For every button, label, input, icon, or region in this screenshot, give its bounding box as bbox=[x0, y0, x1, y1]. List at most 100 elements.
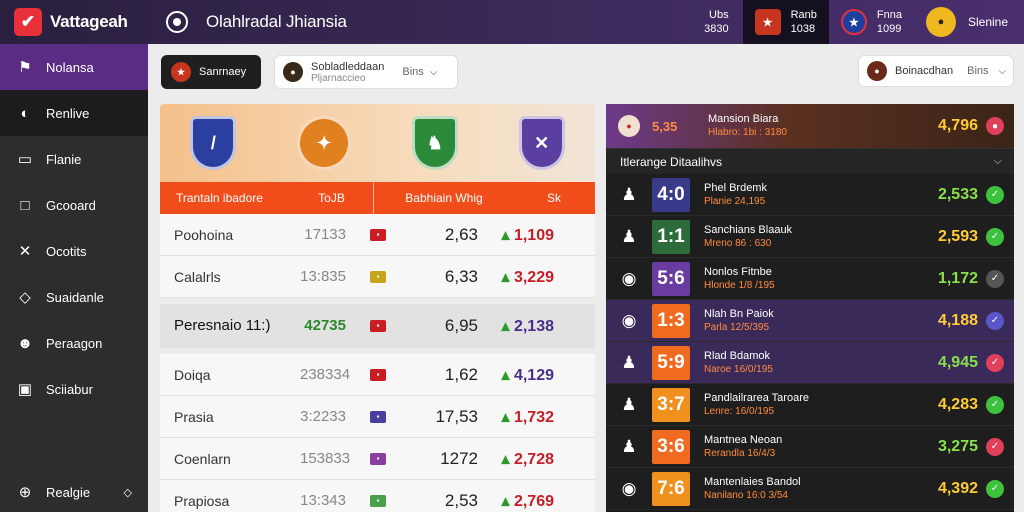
sidebar-item-6[interactable]: ☻ Peraagon bbox=[0, 320, 148, 366]
ball-icon: ◐ bbox=[20, 104, 30, 122]
status-dot-icon[interactable]: ✓ bbox=[986, 227, 1004, 246]
status-dot-icon[interactable]: ✓ bbox=[986, 479, 1004, 498]
target-icon[interactable] bbox=[166, 11, 188, 33]
row-change-value: 3,229 bbox=[513, 268, 554, 286]
table-body: Poohoina 17133 ▪ 2,63 ▴ 1,109 Calalrls 13:835 ▪… bbox=[160, 214, 595, 512]
table-row[interactable]: Calalrls 13:835 ▪ 6,33 ▴ 3,229 bbox=[160, 256, 595, 298]
team-crest-icon: ● bbox=[618, 115, 640, 137]
shield-icon: ◇ bbox=[19, 289, 31, 306]
match-row[interactable]: ◉ 7:6 Mantenlaies Bandol Nanilano 16:0 3/54… bbox=[606, 468, 1014, 510]
brand-logo[interactable]: ✔ Vattageah bbox=[0, 8, 150, 36]
row-odd[interactable]: 1272 bbox=[386, 449, 478, 469]
row-value: 17133 bbox=[304, 226, 346, 243]
match-value: 1099 bbox=[876, 23, 902, 35]
sidebar-item-1[interactable]: ◐ Renlive bbox=[0, 90, 148, 136]
match-title: Sanchians Blaauk bbox=[704, 223, 793, 236]
match-odd: 4,283 bbox=[937, 395, 978, 413]
status-dot-icon[interactable]: ● bbox=[986, 117, 1004, 135]
right-select-value: Bins bbox=[967, 65, 989, 77]
table-row[interactable]: Poohoina 17133 ▪ 2,63 ▴ 1,109 bbox=[160, 214, 595, 256]
player-icon: ♟ bbox=[621, 226, 637, 246]
match-title: Mantenlaies Bandol bbox=[704, 475, 801, 488]
sidebar-item-label: Ocotits bbox=[46, 243, 87, 259]
match-odd: 4,392 bbox=[937, 479, 978, 497]
match-odd: 2,593 bbox=[937, 227, 978, 245]
match-row[interactable]: ♟ 3:7 Pandlailrarea Taroare Lenre: 16/0/195… bbox=[606, 384, 1014, 426]
top-match[interactable]: ★ Fnna 1099 bbox=[829, 0, 914, 44]
ball-icon: ◉ bbox=[621, 310, 637, 330]
team-shield-icon[interactable]: ♞ bbox=[411, 116, 458, 170]
row-odd[interactable]: 2,63 bbox=[386, 225, 478, 245]
sidebar-item-7[interactable]: ▣ Sciiabur bbox=[0, 366, 148, 412]
row-odd[interactable]: 6,33 bbox=[386, 267, 478, 287]
section-header[interactable]: Itlerange Ditaalihvs ⌵ bbox=[606, 148, 1014, 174]
row-change-value: 4,129 bbox=[513, 366, 554, 384]
row-name: Coenlarn bbox=[174, 450, 231, 467]
section-title: Itlerange Ditaalihvs bbox=[620, 154, 723, 169]
team-shield-icon[interactable]: / bbox=[190, 116, 237, 170]
sidebar-item-3[interactable]: □ Gcooard bbox=[0, 182, 148, 228]
team-crest-icon[interactable]: ✦ bbox=[297, 116, 352, 170]
sidebar-item-2[interactable]: ▭ Flanie bbox=[0, 136, 148, 182]
flag-icon: ▪ bbox=[370, 494, 386, 507]
row-name: Poohoina bbox=[174, 226, 234, 243]
column-header: Sk bbox=[546, 191, 561, 205]
row-value: 238334 bbox=[300, 366, 351, 383]
match-title: Mantnea Neoan bbox=[704, 433, 783, 446]
match-row[interactable]: ♟ 4:0 Phel Brdemk Planie 24,195 2,533 ✓ bbox=[606, 174, 1014, 216]
right-select[interactable]: ● Boinacdhan Bins ⌵ bbox=[858, 55, 1014, 87]
match-odd: 3,275 bbox=[937, 437, 978, 455]
match-select[interactable]: ● Sobladleddaan Pljarnaccieo Bins ⌵ bbox=[274, 55, 458, 89]
player-icon: ♟ bbox=[621, 184, 637, 204]
featured-match[interactable]: ● 5,35 Mansion Biara Hlabro: 1bi : 3180 … bbox=[606, 104, 1014, 148]
monitor-icon: ▭ bbox=[17, 151, 33, 168]
match-row[interactable]: ♟ 5:9 Rlad Bdamok Naroe 16/0/195 4,945 ✓ bbox=[606, 342, 1014, 384]
match-sub: Rerandla 16/4/3 bbox=[704, 447, 776, 459]
table-row[interactable]: Peresnaio 11:) 42735 ▪ 6,95 ▴ 2,138 bbox=[160, 304, 595, 348]
sidebar-item-4[interactable]: ✕ Ocotits bbox=[0, 228, 148, 274]
car-icon: ▣ bbox=[17, 381, 33, 398]
table-row[interactable]: Prasia 3:2233 ▪ 17,53 ▴ 1,732 bbox=[160, 396, 595, 438]
match-row[interactable]: ♟ 1:1 Sanchians Blaauk Mreno 86 : 630 2,593 ✓ bbox=[606, 216, 1014, 258]
row-odd[interactable]: 6,95 bbox=[386, 316, 478, 336]
status-dot-icon[interactable]: ✓ bbox=[986, 311, 1004, 330]
flag-icon: ▪ bbox=[370, 270, 386, 283]
row-change-value: 1,109 bbox=[513, 226, 554, 244]
match-odd: 2,533 bbox=[937, 185, 978, 203]
table-row[interactable]: Prapiosa 13:343 ▪ 2,53 ▴ 2,769 bbox=[160, 480, 595, 512]
sidebar-item-5[interactable]: ◇ Suaidanle bbox=[0, 274, 148, 320]
row-odd[interactable]: 17,53 bbox=[386, 407, 478, 427]
match-row[interactable]: ◉ 1:3 Nlah Bn Paiok Parla 12/5/395 4,188 ✓ bbox=[606, 300, 1014, 342]
team-crest-icon: ★ bbox=[754, 9, 781, 35]
match-title: Phel Brdemk bbox=[704, 181, 767, 194]
status-dot-icon[interactable]: ✓ bbox=[986, 395, 1004, 414]
user-menu[interactable]: ● Slenine bbox=[914, 7, 1024, 37]
table-row[interactable]: Doiqa 238334 ▪ 1,62 ▴ 4,129 bbox=[160, 354, 595, 396]
right-select-label: Boinacdhan bbox=[895, 65, 954, 77]
row-value: 13:835 bbox=[300, 268, 346, 285]
match-row[interactable]: ◉ 5:6 Nonlos Fitnbe Hlonde 1/8 /195 1,172 ✓ bbox=[606, 258, 1014, 300]
avatar: ● bbox=[925, 7, 956, 37]
top-match-active[interactable]: ★ Ranb 1038 bbox=[742, 0, 829, 44]
match-label: Ranb bbox=[790, 9, 817, 21]
player-icon: ♟ bbox=[621, 436, 637, 456]
status-dot-icon[interactable]: ✓ bbox=[986, 437, 1004, 456]
status-dot-icon[interactable]: ✓ bbox=[986, 185, 1004, 204]
score-tile: 5:9 bbox=[652, 345, 690, 380]
sidebar-bottom-item[interactable]: ⊕ Realgie ◇ bbox=[0, 478, 148, 506]
match-sub: Lenre: 16/0/195 bbox=[704, 405, 775, 417]
row-odd[interactable]: 2,53 bbox=[386, 491, 478, 511]
row-change-value: 2,138 bbox=[513, 317, 554, 335]
team-shield-icon[interactable]: ✕ bbox=[518, 116, 565, 170]
sidebar-item-label: Renlive bbox=[46, 105, 90, 121]
table-row[interactable]: Coenlarn 153833 ▪ 1272 ▴ 2,728 bbox=[160, 438, 595, 480]
status-dot-icon[interactable]: ✓ bbox=[986, 353, 1004, 372]
status-dot-icon[interactable]: ✓ bbox=[986, 269, 1004, 288]
row-value: 3:2233 bbox=[300, 408, 346, 425]
match-row[interactable]: ♟ 3:6 Mantnea Neoan Rerandla 16/4/3 3,275 ✓ bbox=[606, 426, 1014, 468]
league-filter-button[interactable]: ★ Sanrnaey bbox=[161, 55, 261, 89]
screen-icon: □ bbox=[20, 196, 30, 214]
match-sub: Naroe 16/0/195 bbox=[704, 363, 773, 375]
sidebar-item-0[interactable]: ⚑ Nolansa bbox=[0, 44, 148, 90]
row-odd[interactable]: 1,62 bbox=[386, 365, 478, 385]
